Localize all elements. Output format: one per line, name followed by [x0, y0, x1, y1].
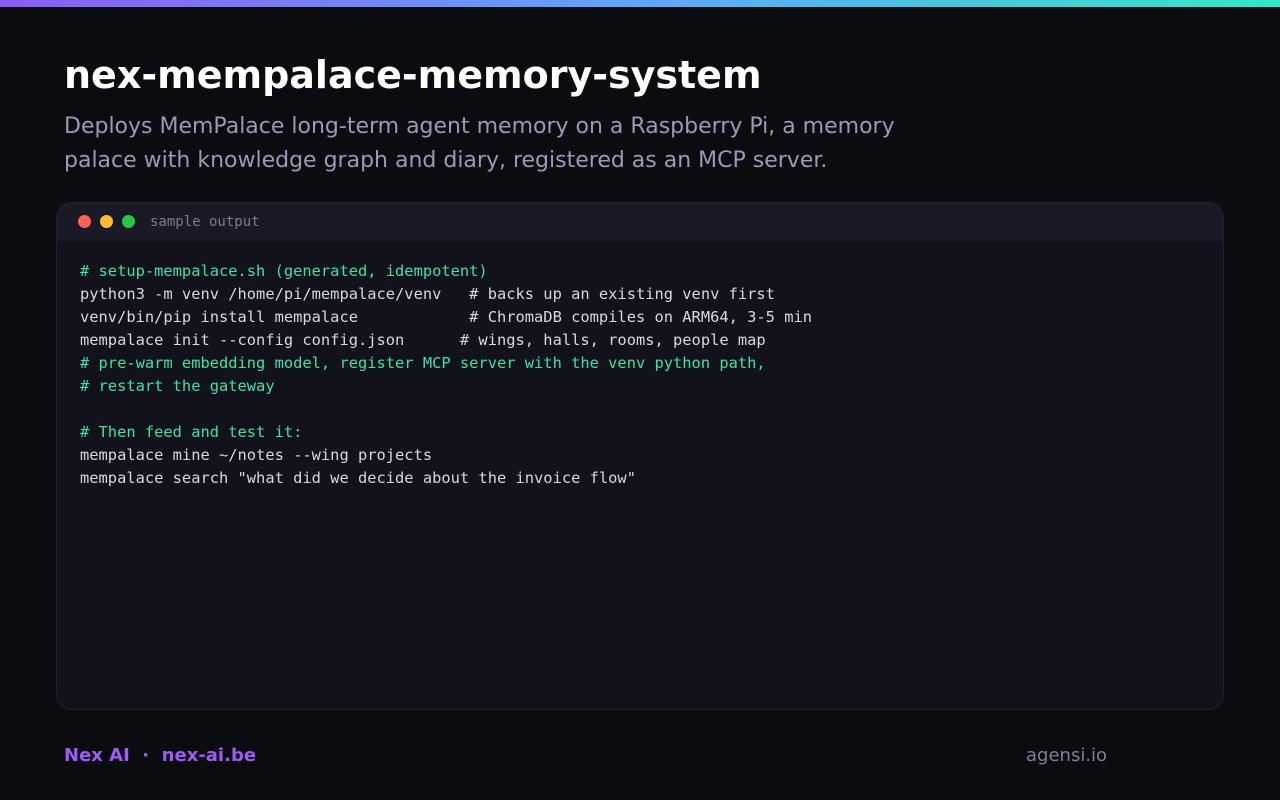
- footer-brand: Nex AI · nex-ai.be: [64, 745, 257, 766]
- code-comment-line: # Then feed and test it:: [80, 423, 303, 441]
- terminal-titlebar: sample output: [57, 203, 1223, 241]
- code-comment-line: # pre-warm embedding model, register MCP…: [80, 354, 766, 372]
- close-dot-icon: [78, 215, 91, 228]
- page-description: Deploys MemPalace long-term agent memory…: [64, 114, 895, 173]
- top-gradient-bar: [0, 0, 1280, 7]
- terminal-window: sample output # setup-mempalace.sh (gene…: [56, 202, 1224, 710]
- code-comment-line: # restart the gateway: [80, 377, 275, 395]
- minimize-dot-icon: [100, 215, 113, 228]
- code-comment-line: # setup-mempalace.sh (generated, idempot…: [80, 262, 488, 280]
- maximize-dot-icon: [122, 215, 135, 228]
- code-command-line: venv/bin/pip install mempalace # ChromaD…: [80, 308, 813, 326]
- code-command-line: mempalace mine ~/notes --wing projects: [80, 446, 433, 464]
- code-command-line: mempalace search "what did we decide abo…: [80, 469, 636, 487]
- code-command-line: python3 -m venv /home/pi/mempalace/venv …: [80, 285, 775, 303]
- footer-site: agensi.io: [1026, 745, 1108, 766]
- terminal-title: sample output: [150, 214, 260, 230]
- page-title: nex-mempalace-memory-system: [64, 53, 762, 97]
- code-output: # setup-mempalace.sh (generated, idempot…: [80, 260, 812, 490]
- code-command-line: mempalace init --config config.json # wi…: [80, 331, 766, 349]
